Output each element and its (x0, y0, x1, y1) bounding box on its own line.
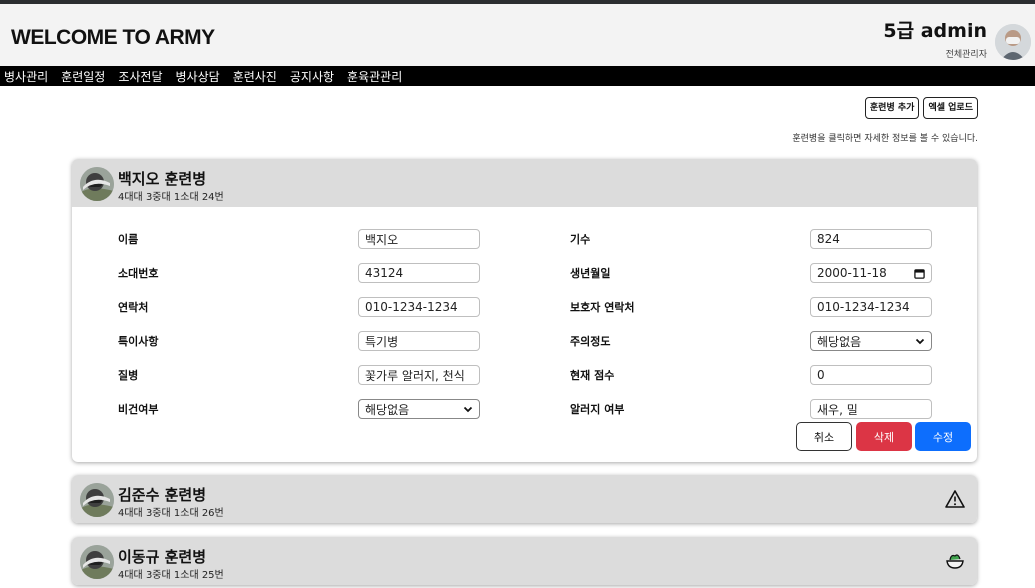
squad-number-label: 소대번호 (118, 267, 159, 280)
birthdate-input[interactable]: 2000-11-18 (810, 263, 932, 283)
trainee-avatar (80, 545, 114, 579)
squad-number-input[interactable]: 43124 (358, 263, 480, 283)
user-role: 전체관리자 (945, 50, 987, 60)
user-name: 5급 admin (883, 20, 987, 42)
trainee-card-header[interactable]: 백지오 훈련병 4대대 3중대 1소대 24번 (72, 159, 977, 207)
delete-button[interactable]: 삭제 (856, 422, 912, 451)
trainee-avatar (80, 483, 114, 517)
illness-label: 질병 (118, 369, 139, 382)
brand-title[interactable]: WELCOME TO ARMY (11, 26, 215, 50)
user-avatar[interactable] (995, 24, 1031, 60)
nav-notices[interactable]: 공지사항 (290, 68, 334, 85)
vegan-value: 해당없음 (365, 402, 410, 417)
guardian-phone-input[interactable]: 010-1234-1234 (810, 297, 932, 317)
user-info[interactable]: 5급 admin 전체관리자 (883, 16, 987, 60)
note-input[interactable]: 특기병 (358, 331, 480, 351)
trainee-unit: 4대대 3중대 1소대 25번 (118, 570, 224, 581)
vegan-label: 비건여부 (118, 403, 159, 416)
trainee-card-header[interactable]: 이동규 훈련병 4대대 3중대 1소대 25번 (72, 537, 977, 585)
main-nav: 병사관리 훈련일정 조사전달 병사상담 훈련사진 공지사항 훈육관관리 (0, 66, 1035, 86)
generation-label: 기수 (570, 233, 591, 246)
page: WELCOME TO ARMY 5급 admin 전체관리자 병사관리 훈련일정… (0, 4, 1035, 588)
chevron-down-icon (915, 338, 925, 345)
phone-input[interactable]: 010-1234-1234 (358, 297, 480, 317)
hint-text: 훈련병을 클릭하면 자세한 정보를 볼 수 있습니다. (792, 134, 978, 144)
cancel-button[interactable]: 취소 (796, 422, 852, 451)
nav-survey[interactable]: 조사전달 (118, 68, 162, 85)
toolbar: 훈련병 추가 엑셀 업로드 (864, 97, 978, 119)
trainee-card-header[interactable]: 김준수 훈련병 4대대 3중대 1소대 26번 (72, 475, 977, 523)
generation-input[interactable]: 824 (810, 229, 932, 249)
illness-input[interactable]: 꽃가루 알러지, 천식 (358, 365, 480, 385)
nav-instructor-management[interactable]: 훈육관관리 (347, 68, 402, 85)
trainee-card-collapsed[interactable]: 이동규 훈련병 4대대 3중대 1소대 25번 (72, 537, 977, 585)
nav-training-photos[interactable]: 훈련사진 (233, 68, 277, 85)
allergy-label: 알러지 여부 (570, 403, 625, 416)
edit-save-button[interactable]: 수정 (915, 422, 971, 451)
trainee-unit: 4대대 3중대 1소대 26번 (118, 508, 224, 519)
warning-icon (945, 490, 965, 508)
name-label: 이름 (118, 233, 139, 246)
excel-upload-button[interactable]: 엑셀 업로드 (923, 97, 978, 119)
header: WELCOME TO ARMY 5급 admin 전체관리자 (0, 4, 1035, 66)
trainee-name: 이동규 훈련병 (118, 548, 207, 566)
salad-bowl-icon (946, 554, 964, 569)
note-label: 특이사항 (118, 335, 159, 348)
score-label: 현재 점수 (570, 369, 615, 382)
add-trainee-button[interactable]: 훈련병 추가 (864, 97, 920, 119)
score-input[interactable]: 0 (810, 365, 932, 385)
birthdate-value: 2000-11-18 (817, 266, 887, 280)
trainee-card-collapsed[interactable]: 김준수 훈련병 4대대 3중대 1소대 26번 (72, 475, 977, 523)
caution-level-label: 주의정도 (570, 335, 611, 348)
caution-level-value: 해당없음 (817, 334, 862, 349)
allergy-input[interactable]: 새우, 밀 (810, 399, 932, 419)
trainee-unit: 4대대 3중대 1소대 24번 (118, 192, 224, 203)
birthdate-label: 생년월일 (570, 267, 611, 280)
vegan-select[interactable]: 해당없음 (358, 399, 480, 419)
trainee-avatar (80, 167, 114, 201)
trainee-name: 백지오 훈련병 (118, 170, 207, 188)
calendar-icon[interactable] (914, 268, 925, 279)
chevron-down-icon (463, 406, 473, 413)
guardian-phone-label: 보호자 연락처 (570, 301, 635, 314)
phone-label: 연락처 (118, 301, 149, 314)
name-input[interactable]: 백지오 (358, 229, 480, 249)
caution-level-select[interactable]: 해당없음 (810, 331, 932, 351)
nav-counseling[interactable]: 병사상담 (176, 68, 220, 85)
trainee-name: 김준수 훈련병 (118, 486, 207, 504)
trainee-card-expanded: 백지오 훈련병 4대대 3중대 1소대 24번 이름 백지오 기수 824 소대… (72, 159, 977, 462)
nav-training-schedule[interactable]: 훈련일정 (61, 68, 105, 85)
nav-soldier-management[interactable]: 병사관리 (4, 68, 48, 85)
trainee-form: 이름 백지오 기수 824 소대번호 43124 생년월일 2000-11-18… (72, 207, 977, 457)
